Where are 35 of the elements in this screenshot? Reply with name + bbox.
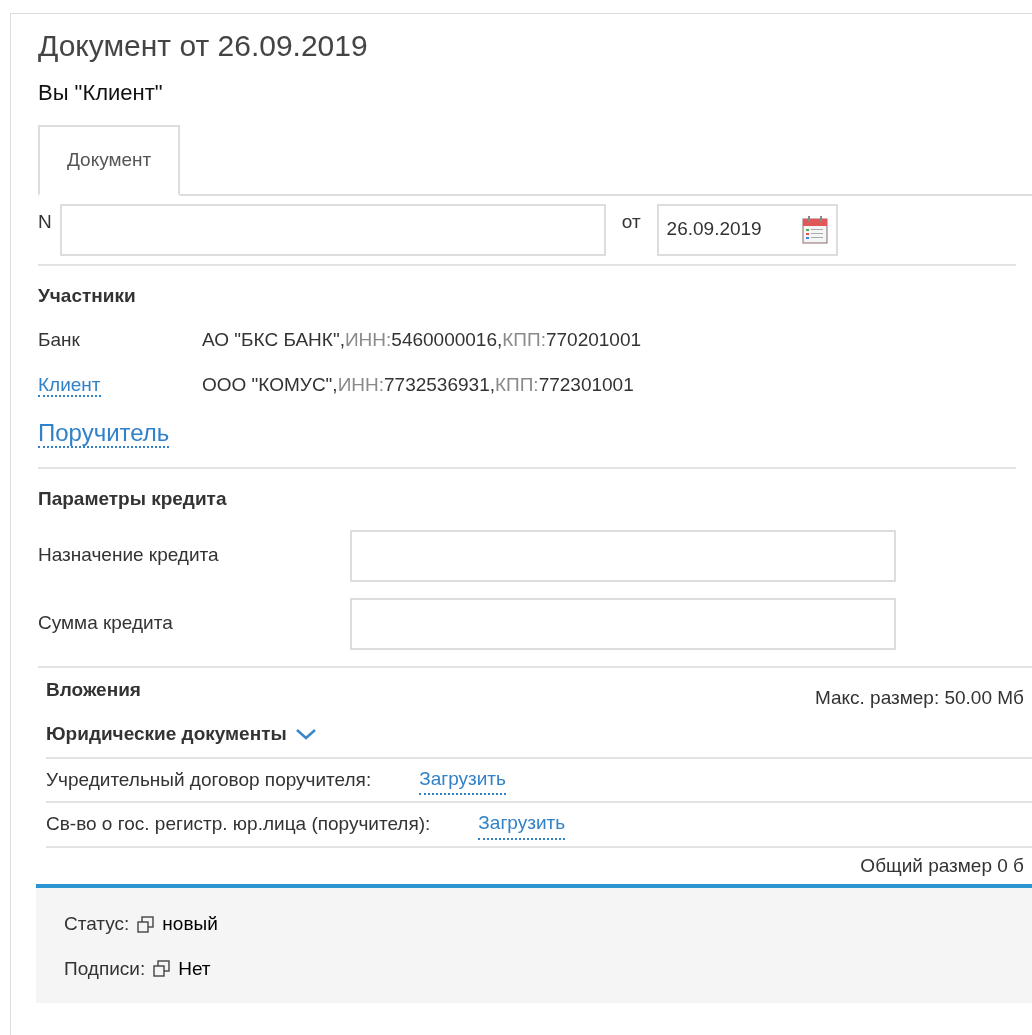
text-field[interactable]	[350, 529, 896, 582]
field-label: N	[38, 209, 52, 234]
page-subtitle: Вы "Клиент"	[38, 79, 164, 107]
status-value: Нет	[178, 956, 211, 981]
number-field[interactable]	[59, 203, 606, 256]
page-title: Документ от 26.09.2019	[38, 28, 369, 64]
section-heading: Участники	[38, 283, 137, 308]
date-value: 26.09.2019	[666, 217, 762, 242]
section-heading: Вложения	[46, 677, 141, 702]
upload-link[interactable]: Загрузить	[478, 809, 566, 840]
field-label: Назначение кредита	[38, 543, 220, 568]
total-size-text: Общий размер 0 б	[860, 854, 1024, 876]
document-label: Св-во о гос. регистр. юр.лица (поручителя):	[46, 812, 431, 836]
participant-details: АО "БКС БАНК",ИНН:5460000016,КПП:770201001	[202, 328, 642, 352]
document-label: Учредительный договор поручителя:	[46, 767, 372, 792]
status-label: Статус:	[64, 912, 130, 936]
field-label: Сумма кредита	[38, 611, 174, 636]
upload-link[interactable]: Загрузить	[419, 764, 506, 795]
windows-icon[interactable]	[153, 960, 171, 978]
max-size-text: Макс. размер: 50.00 Мб	[814, 685, 1024, 710]
windows-icon[interactable]	[137, 915, 155, 933]
text-field[interactable]	[350, 597, 896, 650]
participant-role: Банк	[38, 329, 80, 350]
date-field[interactable]: 26.09.2019	[656, 203, 838, 256]
calendar-icon[interactable]	[801, 215, 828, 244]
participant-details: ООО "КОМУС",ИНН:7732536931,КПП:772301001	[202, 372, 634, 397]
participant-link[interactable]: Клиент	[38, 373, 101, 397]
group-title: Юридические документы	[46, 722, 287, 746]
status-value: новый	[162, 912, 218, 936]
section-heading: Параметры кредита	[38, 487, 228, 511]
status-label: Подписи:	[64, 956, 146, 981]
tab[interactable]: Документ	[38, 125, 181, 196]
chevron-down-icon[interactable]	[294, 727, 317, 742]
guarantor-link[interactable]: Поручитель	[38, 419, 170, 448]
field-label: от	[621, 209, 641, 234]
